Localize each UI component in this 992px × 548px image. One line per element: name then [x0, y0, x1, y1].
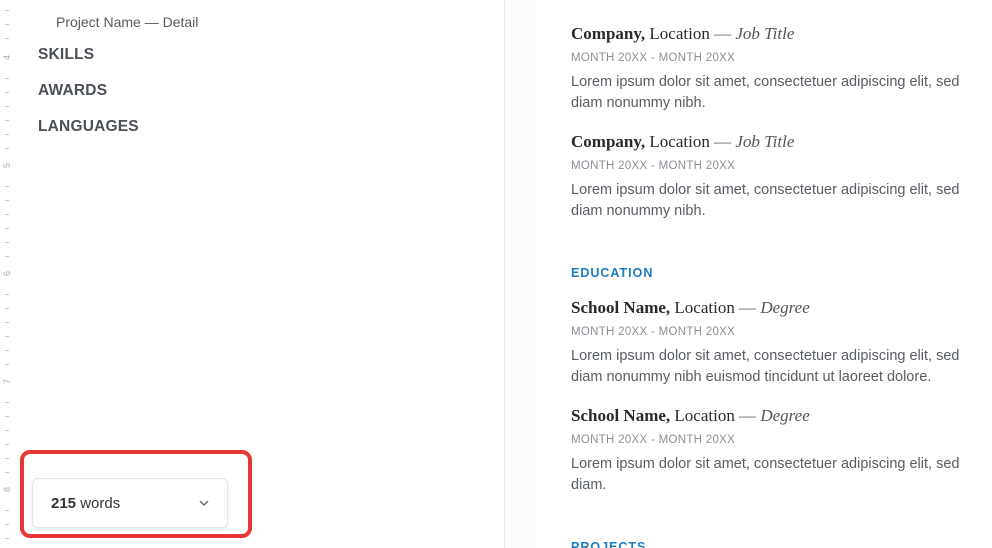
ruler-number: 7	[2, 379, 12, 384]
outline-item-awards[interactable]: AWARDS	[38, 82, 504, 100]
experience-entry: Company, Location — Job Title MONTH 20XX…	[571, 24, 970, 114]
ruler-number: 4	[2, 55, 12, 60]
experience-heading: Company, Location — Job Title	[571, 24, 970, 44]
outline-item-languages[interactable]: LANGUAGES	[38, 118, 504, 136]
education-heading: School Name, Location — Degree	[571, 298, 970, 318]
education-dates: MONTH 20XX - MONTH 20XX	[571, 326, 970, 338]
caret-down-icon	[199, 500, 209, 506]
experience-body: Lorem ipsum dolor sit amet, consectetuer…	[571, 180, 970, 222]
document-outline: Project Name — Detail SKILLS AWARDS LANG…	[14, 0, 504, 136]
outline-item-skills[interactable]: SKILLS	[38, 46, 504, 64]
section-label-education: EDUCATION	[571, 266, 970, 280]
ruler-number: 8	[2, 487, 12, 492]
education-body: Lorem ipsum dolor sit amet, consectetuer…	[571, 346, 970, 388]
experience-dates: MONTH 20XX - MONTH 20XX	[571, 52, 970, 64]
section-label-projects: PROJECTS	[571, 540, 970, 548]
outline-item-project-detail[interactable]: Project Name — Detail	[56, 14, 504, 30]
experience-dates: MONTH 20XX - MONTH 20XX	[571, 160, 970, 172]
education-entry: School Name, Location — Degree MONTH 20X…	[571, 406, 970, 496]
experience-body: Lorem ipsum dolor sit amet, consectetuer…	[571, 72, 970, 114]
experience-entry: Company, Location — Job Title MONTH 20XX…	[571, 132, 970, 222]
education-entry: School Name, Location — Degree MONTH 20X…	[571, 298, 970, 388]
ruler-number: 6	[2, 271, 12, 276]
experience-heading: Company, Location — Job Title	[571, 132, 970, 152]
ruler-number: 5	[2, 163, 12, 168]
word-count-chip[interactable]: 215 words	[32, 478, 228, 528]
education-body: Lorem ipsum dolor sit amet, consectetuer…	[571, 454, 970, 496]
app-root: 4 5 6 7 8 Project Name — Detail SKILLS A…	[0, 0, 992, 548]
document-page[interactable]: Company, Location — Job Title MONTH 20XX…	[535, 0, 992, 548]
education-dates: MONTH 20XX - MONTH 20XX	[571, 434, 970, 446]
education-heading: School Name, Location — Degree	[571, 406, 970, 426]
word-count-text: 215 words	[51, 495, 120, 512]
vertical-ruler: 4 5 6 7 8	[0, 0, 14, 548]
